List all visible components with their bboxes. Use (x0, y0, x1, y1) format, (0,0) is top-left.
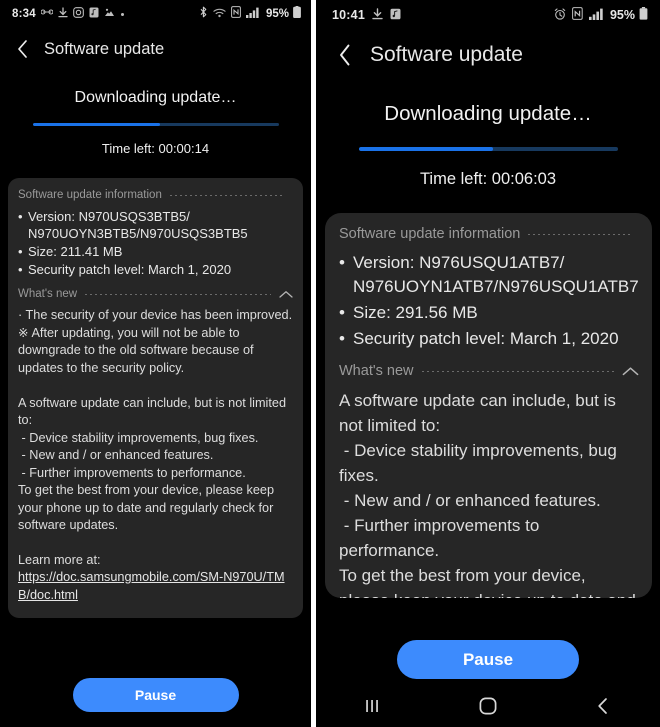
list-item: • Size: 211.41 MB (18, 243, 293, 260)
whats-new-header[interactable]: What's new (18, 288, 293, 300)
phone-screen-left: 8:34 95% Software update Downloading upd… (0, 0, 311, 727)
status-bar-left-icons: 8:34 (12, 6, 125, 21)
chevron-up-icon[interactable] (279, 290, 293, 299)
spec-version: Version: N970USQS3BTB5/ N970UOYN3BTB5/N9… (28, 209, 248, 241)
nfc-icon (572, 7, 583, 23)
page-title: Software update (44, 39, 165, 58)
phone-screen-right: 10:41 95% Software update Downloading up… (316, 0, 660, 727)
progress-bar-fill (358, 147, 494, 151)
photo-icon (104, 7, 115, 21)
status-bar: 8:34 95% (0, 0, 311, 27)
bullet-icon: • (339, 253, 345, 272)
status-bar: 10:41 95% (316, 0, 660, 30)
pause-button-container: Pause (0, 678, 311, 712)
battery-icon (293, 6, 301, 21)
dot-icon (120, 8, 125, 20)
bullet-icon: • (18, 209, 23, 224)
music-note-icon (89, 7, 99, 21)
download-progress-block: Downloading update… Time left: 00:00:14 (0, 71, 311, 156)
downloading-heading: Downloading update… (384, 102, 592, 125)
status-bar-right-icons: 95% (194, 6, 301, 21)
bullet-icon: • (339, 329, 345, 348)
learn-more-label: Learn more at: (18, 552, 101, 567)
whats-new-body: A software update can include, but is no… (339, 391, 636, 598)
whats-new-header[interactable]: What's new (339, 363, 639, 379)
back-chevron-icon[interactable] (330, 40, 360, 70)
software-update-info-card: Software update information • Version: N9… (325, 213, 652, 598)
music-note-icon (390, 8, 401, 23)
battery-percent-label: 95% (265, 7, 289, 20)
progress-bar-fill (32, 123, 161, 126)
spec-security-patch: Security patch level: March 1, 2020 (353, 329, 619, 348)
pause-button[interactable]: Pause (397, 640, 579, 679)
instagram-icon (72, 6, 84, 21)
dotted-divider (421, 370, 614, 372)
back-icon[interactable] (574, 685, 632, 727)
downloading-heading: Downloading update… (74, 89, 237, 106)
status-bar-left-icons: 10:41 (332, 7, 401, 23)
time-left-label: Time left: 00:00:14 (101, 141, 210, 156)
pause-button[interactable]: Pause (72, 678, 239, 712)
download-icon (58, 6, 68, 21)
home-icon[interactable] (459, 685, 517, 727)
bullet-icon: • (18, 262, 23, 277)
recents-icon[interactable] (344, 685, 402, 727)
signal-icon (245, 7, 259, 21)
spec-size: Size: 291.56 MB (353, 303, 478, 322)
download-icon (372, 7, 383, 23)
page-title: Software update (370, 43, 523, 66)
status-bar-right-icons: 95% (548, 7, 648, 23)
android-navigation-bar (316, 685, 660, 727)
progress-bar (32, 123, 279, 126)
info-section-header: Software update information (339, 226, 639, 242)
list-item: • Version: N976USQU1ATB7/ N976UOYN1ATB7/N… (339, 251, 639, 299)
whats-new-label: What's new (339, 363, 414, 379)
software-update-info-card: Software update information • Version: N9… (8, 178, 303, 618)
title-bar: Software update (0, 27, 311, 71)
bullet-icon: • (339, 303, 345, 322)
alarm-icon (554, 7, 566, 23)
list-item: • Size: 291.56 MB (339, 301, 639, 325)
status-bar-clock: 8:34 (12, 7, 36, 20)
download-progress-block: Downloading update… Time left: 00:06:03 (316, 80, 660, 189)
whats-new-label: What's new (18, 288, 78, 300)
headphones-icon (40, 7, 54, 21)
list-item: • Security patch level: March 1, 2020 (339, 327, 639, 351)
bullet-icon: • (18, 244, 23, 259)
back-chevron-icon[interactable] (10, 36, 36, 62)
chevron-up-icon[interactable] (622, 366, 639, 377)
dotted-divider (169, 194, 285, 196)
dotted-divider (528, 233, 631, 235)
time-left-label: Time left: 00:06:03 (419, 170, 557, 188)
nfc-icon (231, 6, 241, 21)
spec-list: • Version: N970USQS3BTB5/ N970UOYN3BTB5/N… (18, 208, 293, 278)
pause-button-container: Pause (316, 640, 660, 679)
dotted-divider (85, 293, 271, 295)
whats-new-body: · The security of your device has been i… (18, 308, 293, 532)
info-section-label: Software update information (18, 189, 162, 201)
status-bar-clock: 10:41 (332, 8, 365, 22)
info-section-label: Software update information (339, 226, 521, 242)
battery-icon (639, 7, 648, 23)
spec-list: • Version: N976USQU1ATB7/ N976UOYN1ATB7/N… (339, 251, 639, 351)
spec-size: Size: 211.41 MB (28, 244, 123, 259)
progress-bar (358, 147, 618, 151)
battery-percent-label: 95% (609, 8, 635, 22)
spec-version: Version: N976USQU1ATB7/ N976UOYN1ATB7/N9… (353, 253, 639, 296)
list-item: • Version: N970USQS3BTB5/ N970UOYN3BTB5/N… (18, 208, 293, 242)
bluetooth-icon (199, 6, 208, 21)
info-section-header: Software update information (18, 189, 293, 201)
spec-security-patch: Security patch level: March 1, 2020 (28, 262, 232, 277)
wifi-icon (213, 7, 226, 21)
learn-more-link[interactable]: https://doc.samsungmobile.com/SM-N970U/T… (18, 569, 293, 604)
list-item: • Security patch level: March 1, 2020 (18, 261, 293, 278)
signal-icon (588, 8, 603, 23)
title-bar: Software update (316, 30, 660, 80)
